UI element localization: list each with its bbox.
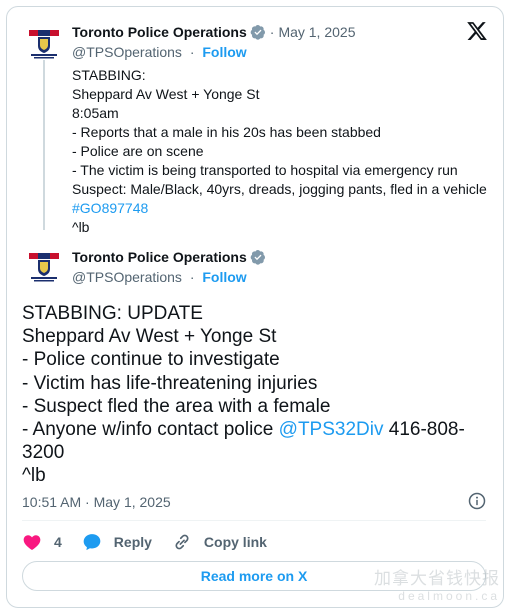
- reply-label: Reply: [113, 534, 152, 550]
- post-line: - The victim is being transported to hos…: [72, 162, 458, 178]
- link-icon: [175, 534, 189, 550]
- post-time[interactable]: 10:51 AM: [22, 494, 81, 510]
- like-count: 4: [54, 534, 62, 550]
- post-date[interactable]: May 1, 2025: [278, 24, 355, 40]
- post-line: - Police are on scene: [72, 143, 204, 159]
- author-handle[interactable]: @TPSOperations: [72, 269, 182, 285]
- copy-link-button[interactable]: Copy link: [172, 532, 267, 552]
- heart-icon: [23, 535, 41, 550]
- divider: [22, 520, 486, 521]
- read-more-button[interactable]: Read more on X: [22, 561, 486, 591]
- post-date[interactable]: May 1, 2025: [94, 494, 171, 510]
- post-line: STABBING: UPDATE: [22, 303, 203, 324]
- post-line: 3200: [22, 442, 65, 464]
- author-handle[interactable]: @TPSOperations: [72, 44, 182, 60]
- avatar[interactable]: [28, 28, 60, 60]
- action-bar: 4 Reply Copy link: [22, 531, 287, 553]
- contact-suffix: 416-808-: [383, 419, 465, 441]
- main-handle-row: @TPSOperations · Follow: [72, 269, 247, 285]
- main-author-row: Toronto Police Operations: [72, 249, 266, 265]
- post-line: - Reports that a male in his 20s has bee…: [72, 124, 381, 140]
- post-line: - Anyone w/info contact police @TPS32Div…: [22, 418, 482, 441]
- thread-connector: [43, 60, 45, 230]
- copy-link-label: Copy link: [203, 534, 267, 550]
- post-line: 8:05am: [72, 105, 119, 121]
- reply-bubble-icon: [83, 534, 101, 551]
- quoted-author-row: Toronto Police Operations · May 1, 2025: [72, 24, 356, 40]
- mention-link[interactable]: @TPS32Div: [279, 419, 384, 440]
- like-button[interactable]: 4: [22, 532, 62, 552]
- post-signoff: ^lb: [72, 219, 90, 235]
- post-line: - Police continue to investigate: [22, 349, 280, 371]
- main-post-text: STABBING: UPDATE Sheppard Av West + Yong…: [22, 302, 482, 488]
- author-name[interactable]: Toronto Police Operations: [72, 24, 247, 40]
- verified-badge-icon: [250, 250, 265, 265]
- post-line: Sheppard Av West + Yonge St: [72, 86, 260, 102]
- author-name[interactable]: Toronto Police Operations: [72, 249, 247, 265]
- post-line: STABBING:: [72, 67, 146, 83]
- police-crest-icon: [29, 30, 59, 59]
- quoted-handle-row: @TPSOperations · Follow: [72, 44, 247, 60]
- quoted-post-text: STABBING: Sheppard Av West + Yonge St 8:…: [72, 66, 487, 237]
- follow-button[interactable]: Follow: [202, 44, 246, 60]
- follow-button[interactable]: Follow: [202, 269, 246, 285]
- contact-prefix: - Anyone w/info contact police: [22, 419, 279, 441]
- post-signoff: ^lb: [22, 465, 46, 487]
- verified-badge-icon: [250, 25, 265, 40]
- info-icon[interactable]: [468, 492, 486, 510]
- post-line: Sheppard Av West + Yonge St: [22, 326, 277, 348]
- avatar[interactable]: [28, 251, 60, 283]
- post-line: - Victim has life-threatening injuries: [22, 372, 318, 394]
- x-logo-icon[interactable]: [466, 20, 488, 42]
- post-line: - Suspect fled the area with a female: [22, 395, 331, 417]
- post-line: Suspect: Male/Black, 40yrs, dreads, jogg…: [72, 181, 487, 197]
- post-timestamp[interactable]: 10:51 AM · May 1, 2025: [22, 494, 171, 510]
- reply-button[interactable]: Reply: [82, 532, 152, 552]
- police-crest-icon: [29, 253, 59, 282]
- hashtag-link[interactable]: #GO897748: [72, 199, 487, 218]
